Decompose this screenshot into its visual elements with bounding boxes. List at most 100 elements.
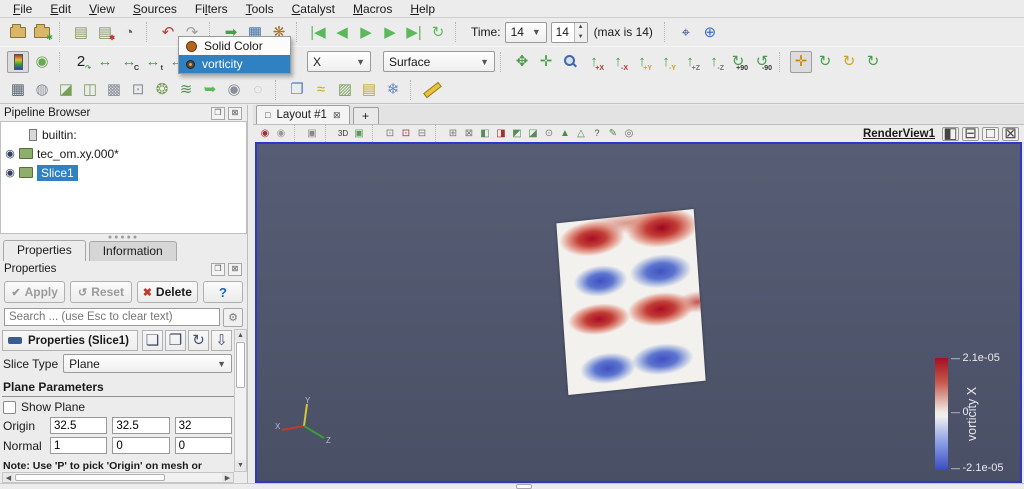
- plot-selection-icon[interactable]: ▨: [334, 79, 356, 101]
- tab-properties[interactable]: Properties: [3, 240, 86, 261]
- ruler-icon[interactable]: [421, 79, 443, 101]
- zoom-to-data-icon[interactable]: ✛: [535, 51, 557, 73]
- vertical-scrollbar[interactable]: ▲ ▼: [234, 329, 247, 472]
- menu-filters[interactable]: Filters: [186, 1, 237, 17]
- center-axes-icon[interactable]: ◎: [621, 126, 637, 141]
- delete-button[interactable]: ✖ Delete: [136, 281, 198, 303]
- extract-block-icon[interactable]: ❐: [286, 79, 308, 101]
- apply-button[interactable]: ✔ Apply: [4, 281, 66, 303]
- select-points-on-icon[interactable]: ⊡: [398, 126, 414, 141]
- frame-spinbox[interactable]: 14 ▲ ▼: [550, 21, 588, 43]
- rescale-custom-icon[interactable]: ↔: [94, 51, 116, 73]
- undock-icon[interactable]: ❐: [211, 106, 225, 120]
- reset-camera-icon[interactable]: ✥: [511, 51, 533, 73]
- menu-file[interactable]: File: [4, 1, 41, 17]
- plot-over-line-icon[interactable]: ≈: [310, 79, 332, 101]
- select-block-points-icon[interactable]: ◨: [493, 126, 509, 141]
- menu-sources[interactable]: Sources: [124, 1, 186, 17]
- rotate-90-cw-icon[interactable]: ↻ +90: [727, 51, 749, 73]
- reset-center-icon[interactable]: ▣: [351, 126, 367, 141]
- pipeline-item-slice[interactable]: ◉ Slice1: [1, 163, 246, 182]
- zoom-to-box-icon[interactable]: [559, 51, 581, 73]
- spin-down-icon[interactable]: ▼: [575, 32, 587, 42]
- time-combo[interactable]: 14 ▼: [504, 21, 547, 43]
- rotate-90-ccw-icon[interactable]: ↺ -90: [751, 51, 773, 73]
- load-state-icon[interactable]: [31, 21, 53, 43]
- normal-z-field[interactable]: [174, 437, 232, 454]
- grow-selection-icon[interactable]: ▲: [557, 126, 573, 141]
- adjust-camera-icon[interactable]: ◉: [273, 126, 289, 141]
- glyph-icon[interactable]: ❂: [151, 79, 173, 101]
- eye-icon[interactable]: ◉: [1, 147, 19, 160]
- zoom-closest-link-icon[interactable]: ⌖: [675, 21, 697, 43]
- rescale-to-data-icon[interactable]: 2 ↷: [70, 51, 92, 73]
- group-datasets-icon[interactable]: ◉: [223, 79, 245, 101]
- new-layout-tab-button[interactable]: +: [352, 107, 379, 124]
- edit-selection-icon[interactable]: ✎: [605, 126, 621, 141]
- toggle-3d-icon[interactable]: 3D: [335, 126, 351, 141]
- dropdown-item-vorticity[interactable]: vorticity: [179, 55, 290, 73]
- origin-z-field[interactable]: [174, 417, 232, 434]
- undock-icon[interactable]: ❐: [211, 262, 225, 276]
- menu-catalyst[interactable]: Catalyst: [283, 1, 344, 17]
- origin-y-field[interactable]: [112, 417, 170, 434]
- previous-frame-icon[interactable]: ◀: [331, 21, 353, 43]
- scroll-left-icon[interactable]: ◀: [3, 473, 14, 482]
- representation-combo[interactable]: Surface ▼: [383, 51, 495, 72]
- shrink-selection-icon[interactable]: △: [573, 126, 589, 141]
- horizontal-scrollbar[interactable]: ◀ ▶: [2, 472, 234, 483]
- maximize-icon[interactable]: □: [982, 126, 999, 141]
- view-minus-z-icon[interactable]: ↑ -Z: [703, 51, 725, 73]
- extract-level-icon[interactable]: ◌: [247, 79, 269, 101]
- scrollbar-thumb[interactable]: [236, 342, 245, 388]
- contour-icon[interactable]: ◍: [31, 79, 53, 101]
- pipeline-item-source[interactable]: ◉ tec_om.xy.000*: [1, 144, 246, 163]
- extract-subset-icon[interactable]: ⊡: [127, 79, 149, 101]
- rescale-custom-range-icon[interactable]: ↔ C: [118, 51, 140, 73]
- renderview-label[interactable]: RenderView1: [863, 128, 935, 140]
- copy-icon[interactable]: ❏: [142, 330, 163, 351]
- scroll-right-icon[interactable]: ▶: [222, 473, 233, 482]
- normal-y-field[interactable]: [112, 437, 170, 454]
- connect-server-icon[interactable]: ▤: [70, 21, 92, 43]
- view-plus-x-icon[interactable]: ↑ +X: [583, 51, 605, 73]
- add-camera-link-icon[interactable]: ⊕: [699, 21, 721, 43]
- split-horizontal-icon[interactable]: ◧: [942, 126, 959, 141]
- interactive-select-cells-icon[interactable]: ◩: [509, 126, 525, 141]
- reset-defaults-icon[interactable]: ↻: [188, 330, 209, 351]
- scrollbar-thumb[interactable]: [15, 474, 165, 481]
- set-solid-color-icon[interactable]: ◉: [31, 51, 53, 73]
- splitter-handle[interactable]: [516, 484, 532, 489]
- select-view-icon[interactable]: ▣: [304, 126, 320, 141]
- clip-icon[interactable]: ◪: [55, 79, 77, 101]
- view-minus-x-icon[interactable]: ↑ -X: [607, 51, 629, 73]
- origin-x-field[interactable]: [50, 417, 108, 434]
- select-frustum-points-icon[interactable]: ⊞: [445, 126, 461, 141]
- dropdown-item-solid-color[interactable]: Solid Color: [179, 37, 290, 55]
- spin-up-icon[interactable]: ▲: [575, 23, 587, 33]
- menu-tools[interactable]: Tools: [237, 1, 283, 17]
- show-plane-checkbox[interactable]: [3, 400, 16, 414]
- timer-icon[interactable]: ◔: [118, 21, 140, 43]
- close-tab-icon[interactable]: ⊠: [333, 110, 341, 121]
- next-frame-icon[interactable]: ▶: [379, 21, 401, 43]
- normal-x-field[interactable]: [50, 437, 108, 454]
- menu-view[interactable]: View: [80, 1, 124, 17]
- component-combo[interactable]: X ▼: [307, 51, 371, 72]
- render-viewport[interactable]: 2.1e-05 0 -2.1e-05 vorticity X X Y Z: [255, 142, 1022, 483]
- help-button[interactable]: ?: [202, 281, 243, 303]
- undo-icon[interactable]: ↶: [157, 21, 179, 43]
- rotate-camera-cw-icon[interactable]: ↻: [814, 51, 836, 73]
- open-file-icon[interactable]: [7, 21, 29, 43]
- warp-icon[interactable]: ➥: [199, 79, 221, 101]
- pipeline-item-builtin[interactable]: builtin:: [1, 125, 246, 144]
- select-frustum-cells-icon[interactable]: ⊟: [414, 126, 430, 141]
- view-minus-y-icon[interactable]: ↑ -Y: [655, 51, 677, 73]
- orientation-axes-toggle-icon[interactable]: ✛: [790, 50, 812, 73]
- split-vertical-icon[interactable]: ⊟: [962, 126, 979, 141]
- edit-colormap-icon[interactable]: [7, 50, 29, 73]
- play-icon[interactable]: ▶: [355, 21, 377, 43]
- stream-tracer-icon[interactable]: ≋: [175, 79, 197, 101]
- menu-edit[interactable]: Edit: [41, 1, 80, 17]
- layout-tab[interactable]: □ Layout #1 ⊠: [256, 105, 350, 124]
